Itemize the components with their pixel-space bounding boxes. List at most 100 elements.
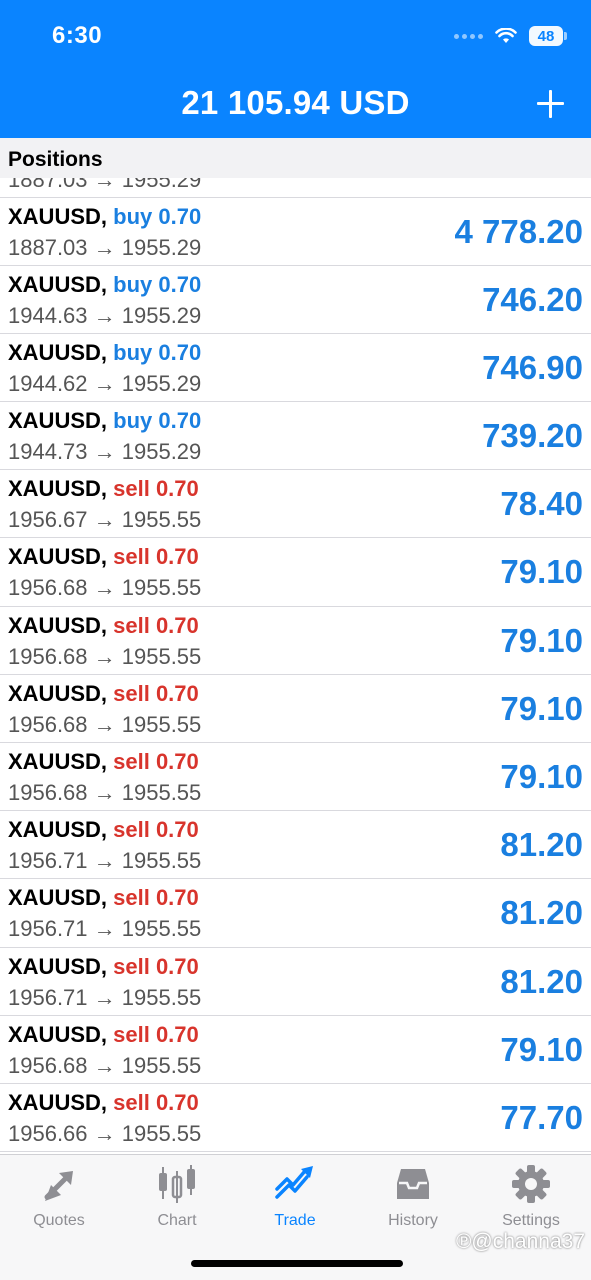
position-row[interactable]: XAUUSD, buy 0.70 1944.63 → 1955.29 746.20	[0, 266, 591, 334]
quotes-arrows-icon	[44, 1171, 73, 1201]
position-profit: 79.10	[500, 689, 583, 727]
position-profit: 81.20	[500, 962, 583, 1000]
position-symbol: XAUUSD, buy 0.70	[8, 272, 201, 298]
section-header-positions: Positions	[0, 138, 591, 178]
symbol-label: XAUUSD,	[8, 885, 108, 911]
tab-trade[interactable]: Trade	[236, 1163, 354, 1233]
position-row[interactable]: XAUUSD, sell 0.70 1956.71 → 1955.55 81.20	[0, 879, 591, 948]
position-symbol: XAUUSD, sell 0.70	[8, 1090, 199, 1116]
position-profit: 746.90	[482, 348, 583, 386]
position-symbol: XAUUSD, buy 0.70	[8, 204, 201, 230]
position-prices: 1887.03 → 1955.29	[8, 234, 202, 260]
position-row[interactable]: XAUUSD, sell 0.70 1956.66 → 1955.55 77.70	[0, 1084, 591, 1153]
add-position-button[interactable]	[535, 86, 565, 122]
position-row[interactable]: XAUUSD, sell 0.70 1956.68 → 1955.55 79.10	[0, 743, 591, 812]
position-prices: 1944.73 → 1955.29	[8, 439, 202, 465]
position-profit: 81.20	[500, 826, 583, 864]
position-prices: 1956.68 → 1955.55	[8, 643, 202, 669]
tab-label: Trade	[274, 1212, 316, 1229]
position-row[interactable]: XAUUSD, sell 0.70 1956.71 → 1955.55 81.20	[0, 811, 591, 880]
position-side: buy 0.70	[113, 408, 202, 434]
position-profit: 79.10	[500, 758, 583, 795]
position-prices: 1956.68 → 1955.55	[8, 575, 202, 601]
position-row[interactable]: XAUUSD, buy 0.70 1887.03 → 1955.29 4 778.2…	[0, 198, 591, 266]
symbol-label: XAUUSD,	[8, 1089, 108, 1115]
tab-chart[interactable]: Chart	[118, 1163, 236, 1233]
position-side: sell 0.70	[113, 749, 199, 774]
position-side: sell 0.70	[113, 1089, 199, 1115]
home-indicator[interactable]	[191, 1260, 403, 1267]
position-symbol: XAUUSD, sell 0.70	[8, 613, 199, 639]
position-row[interactable]: XAUUSD, sell 0.70 1956.71 → 1955.55 81.20	[0, 948, 591, 1016]
symbol-label: XAUUSD,	[8, 953, 108, 979]
position-side: sell 0.70	[113, 680, 199, 706]
positions-list[interactable]: 1887.03 → 1955.29 XAUUSD, buy 0.70 1887.0…	[0, 178, 591, 1154]
position-side: sell 0.70	[113, 1021, 199, 1047]
account-balance: 21 105.94 USD	[181, 84, 410, 121]
wifi-icon	[495, 28, 517, 43]
position-symbol: XAUUSD, sell 0.70	[8, 885, 199, 911]
position-prices: 1956.71 → 1955.55	[8, 848, 202, 874]
position-side: sell 0.70	[113, 817, 199, 843]
symbol-label: XAUUSD,	[8, 612, 108, 638]
position-profit: 81.20	[500, 894, 583, 932]
position-prices: 1887.03 → 1955.29	[8, 178, 202, 192]
symbol-label: XAUUSD,	[8, 203, 108, 229]
battery-icon: 48	[529, 26, 567, 46]
position-symbol: XAUUSD, sell 0.70	[8, 749, 199, 775]
position-row[interactable]: XAUUSD, sell 0.70 1956.67 → 1955.55 78.40	[0, 470, 591, 539]
tab-label: History	[388, 1212, 438, 1229]
position-side: buy 0.70	[113, 203, 202, 229]
position-symbol: XAUUSD, buy 0.70	[8, 408, 201, 434]
history-inbox-icon	[397, 1169, 429, 1199]
position-prices: 1944.62 → 1955.29	[8, 370, 202, 396]
position-row[interactable]: XAUUSD, sell 0.70 1956.68 → 1955.55 79.10	[0, 675, 591, 743]
position-side: sell 0.70	[113, 612, 199, 638]
tab-label: Settings	[502, 1212, 560, 1229]
position-side: buy 0.70	[113, 271, 202, 297]
tab-label: Quotes	[33, 1212, 85, 1229]
position-profit: 4 778.20	[454, 212, 583, 250]
position-prices: 1956.68 → 1955.55	[8, 711, 202, 737]
position-row[interactable]: XAUUSD, sell 0.70 1956.68 → 1955.55 79.10	[0, 1016, 591, 1084]
position-row[interactable]: XAUUSD, sell 0.70 1956.68 → 1955.55 79.10	[0, 607, 591, 675]
status-time: 6:30	[52, 22, 103, 49]
tab-settings[interactable]: Settings	[472, 1163, 590, 1233]
symbol-label: XAUUSD,	[8, 544, 108, 570]
position-row[interactable]: XAUUSD, buy 0.70 1944.62 → 1955.29 746.90	[0, 334, 591, 403]
symbol-label: XAUUSD,	[8, 817, 108, 843]
position-profit: 77.70	[500, 1098, 583, 1136]
symbol-label: XAUUSD,	[8, 680, 108, 706]
symbol-label: XAUUSD,	[8, 339, 108, 365]
position-symbol: XAUUSD, sell 0.70	[8, 544, 199, 570]
symbol-label: XAUUSD,	[8, 271, 108, 297]
watermark: ℗@channa37	[455, 1230, 585, 1253]
position-row[interactable]: XAUUSD, sell 0.70 1956.68 → 1955.55 79.10	[0, 538, 591, 607]
gear-icon	[512, 1165, 550, 1203]
position-side: sell 0.70	[113, 476, 199, 502]
status-indicators: 48	[454, 26, 567, 46]
position-profit: 79.10	[500, 621, 583, 659]
tab-label: Chart	[157, 1212, 197, 1229]
position-profit: 739.20	[482, 417, 583, 455]
position-prices: 1956.66 → 1955.55	[8, 1120, 202, 1146]
position-prices: 1956.67 → 1955.55	[8, 507, 202, 533]
position-prices: 1944.63 → 1955.29	[8, 302, 202, 328]
position-symbol: XAUUSD, sell 0.70	[8, 954, 199, 980]
tab-history[interactable]: History	[354, 1163, 472, 1233]
trade-trend-icon	[275, 1166, 313, 1199]
position-symbol: XAUUSD, buy 0.70	[8, 340, 201, 366]
position-side: sell 0.70	[113, 544, 199, 570]
position-profit: 78.40	[500, 485, 583, 523]
candlestick-chart-icon	[159, 1165, 195, 1203]
position-row[interactable]: XAUUSD, buy 0.70 1944.73 → 1955.29 739.20	[0, 402, 591, 471]
position-side: buy 0.70	[113, 339, 202, 365]
tab-quotes[interactable]: Quotes	[0, 1163, 118, 1233]
position-side: sell 0.70	[113, 953, 199, 979]
position-prices: 1956.71 → 1955.55	[8, 916, 202, 942]
symbol-label: XAUUSD,	[8, 1021, 108, 1047]
position-prices: 1956.68 → 1955.55	[8, 1052, 202, 1078]
position-profit: 79.10	[500, 553, 583, 591]
position-symbol: XAUUSD, sell 0.70	[8, 476, 199, 502]
list-item-partial[interactable]: 1887.03 → 1955.29	[0, 178, 591, 198]
